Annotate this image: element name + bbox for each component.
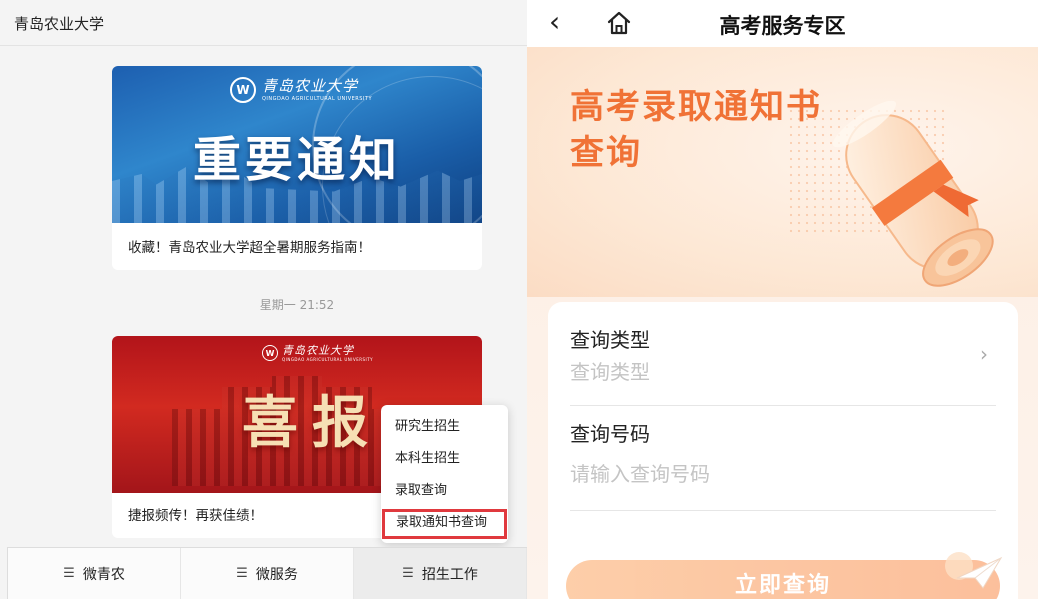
notice-banner-text: 重要通知 xyxy=(192,132,401,188)
submenu-item-undergraduate-admission[interactable]: 本科生招生 xyxy=(381,445,508,473)
notice-banner-image: W 青岛农业大学 QINGDAO AGRICULTURAL UNIVERSITY… xyxy=(112,66,482,223)
query-type-label: 查询类型 xyxy=(570,328,650,352)
university-seal-icon: W xyxy=(230,77,256,103)
article-caption: 收藏！青岛农业大学超全暑期服务指南！ xyxy=(128,240,371,256)
query-type-select[interactable]: 查询类型 xyxy=(570,356,650,385)
divider xyxy=(570,405,996,406)
message-timestamp: 星期一 21:52 xyxy=(259,298,335,312)
submit-query-button[interactable]: 立即查询 xyxy=(566,560,1000,599)
university-logo: W 青岛农业大学 QINGDAO AGRICULTURAL UNIVERSITY xyxy=(262,342,373,364)
university-logo: W 青岛农业大学 QINGDAO AGRICULTURAL UNIVERSITY xyxy=(230,74,380,106)
query-number-label: 查询号码 xyxy=(570,422,650,446)
wechat-chat-pane: 青岛农业大学 W 青岛农业大学 QINGDAO AGRICULTURAL UNI… xyxy=(0,0,527,599)
chat-title: 青岛农业大学 xyxy=(14,15,105,33)
chevron-right-icon[interactable]: › xyxy=(980,342,988,366)
menu-tab-label: 微服务 xyxy=(255,566,298,583)
hero-title: 高考录取通知书 xyxy=(570,87,822,127)
divider xyxy=(570,510,996,511)
article-card-notice[interactable]: W 青岛农业大学 QINGDAO AGRICULTURAL UNIVERSITY… xyxy=(112,66,482,270)
menu-tab-admissions[interactable]: ☰ 招生工作 xyxy=(354,548,527,599)
menu-icon: ☰ xyxy=(63,566,75,581)
good-news-banner-text: 喜报 xyxy=(242,390,382,456)
hero-subtitle: 查询 xyxy=(570,133,642,173)
chat-header: 青岛农业大学 xyxy=(0,0,527,46)
query-form: 查询类型 查询类型 › 查询号码 请输入查询号码 立即查询 xyxy=(548,302,1018,599)
submenu-item-graduate-admission[interactable]: 研究生招生 xyxy=(381,413,508,441)
submenu-item-admission-query[interactable]: 录取查询 xyxy=(381,477,508,505)
article-caption: 捷报频传！再获佳绩！ xyxy=(128,508,263,524)
official-account-menu: ☰ 微青农 ☰ 微服务 ☰ 招生工作 xyxy=(7,547,527,599)
menu-icon: ☰ xyxy=(402,566,414,581)
menu-icon: ☰ xyxy=(236,566,248,581)
query-page-pane: ‹ 高考服务专区 高考录取通知书 查询 查询类型 查询类型 › 查询号码 请输入… xyxy=(527,0,1038,599)
query-number-input[interactable]: 请输入查询号码 xyxy=(570,458,710,487)
university-seal-icon: W xyxy=(262,345,278,361)
hero-banner: 高考录取通知书 查询 xyxy=(527,47,1038,297)
submenu-popup: 研究生招生 本科生招生 录取查询 录取通知书查询 xyxy=(381,405,508,543)
menu-tab-label: 招生工作 xyxy=(421,566,478,583)
page-header: ‹ 高考服务专区 xyxy=(527,0,1038,47)
diploma-scroll-icon xyxy=(832,100,994,287)
menu-tab-weiqingnong[interactable]: ☰ 微青农 xyxy=(8,548,181,599)
paper-plane-icon xyxy=(945,552,1003,589)
menu-tab-label: 微青农 xyxy=(82,566,125,583)
menu-tab-micro-services[interactable]: ☰ 微服务 xyxy=(181,548,354,599)
submenu-item-admission-letter-query[interactable]: 录取通知书查询 xyxy=(382,509,507,539)
page-title: 高考服务专区 xyxy=(719,14,846,38)
